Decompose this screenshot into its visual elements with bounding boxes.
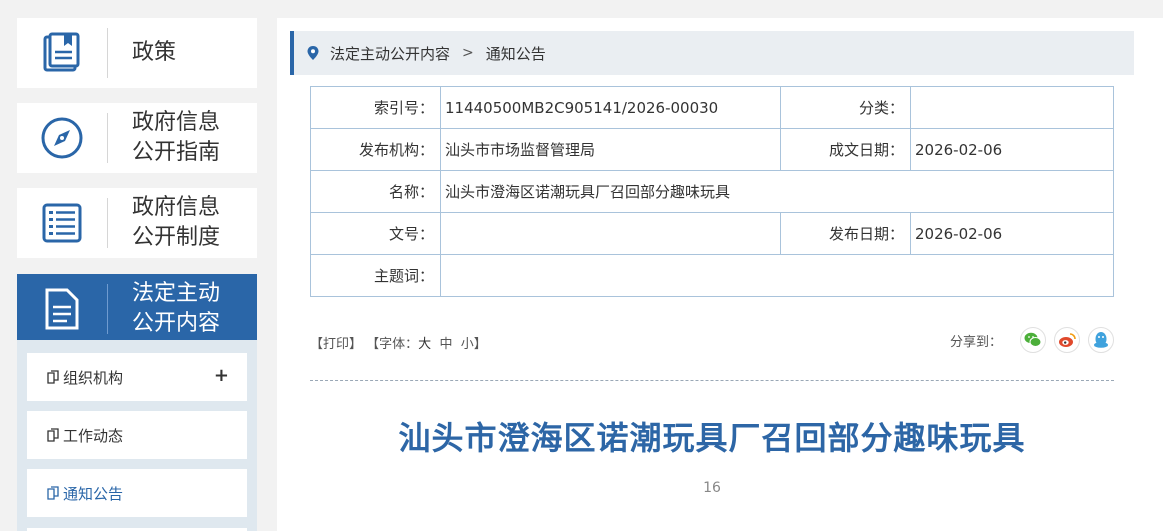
publish-date-label: 发布日期： [780, 212, 911, 255]
sub-item-notices[interactable]: 通知公告 [27, 469, 247, 517]
breadcrumb-statutory-content[interactable]: 法定主动公开内容 [330, 43, 450, 64]
dashed-divider [310, 380, 1114, 381]
font-medium-button[interactable]: 中 [439, 337, 452, 352]
name-value: 汕头市澄海区诺潮玩具厂召回部分趣味玩具 [440, 170, 1114, 213]
index-label: 索引号： [310, 86, 441, 129]
publisher-label: 发布机构： [310, 128, 441, 171]
nav-label-statutory-content: 法定主动 公开内容 [132, 281, 221, 336]
weibo-share-icon[interactable] [1054, 327, 1080, 353]
nav-disclosure-guide[interactable]: 政府信息 公开指南 [17, 103, 257, 173]
publisher-value: 汕头市市场监督管理局 [440, 128, 781, 171]
share-bar: 分享到： [950, 327, 1114, 353]
location-pin-icon [307, 46, 319, 60]
print-font-tools: 【打印】 【字体：大 中 小】 [310, 333, 487, 352]
written-date-value: 2026-02-06 [910, 128, 1114, 171]
doc-no-label: 文号： [310, 212, 441, 255]
sub-item-work-news[interactable]: 工作动态 [27, 411, 247, 459]
sub-item-organization[interactable]: 组织机构 + [27, 353, 247, 401]
sub-item-label: 通知公告 [63, 484, 124, 503]
sub-item-label: 组织机构 [63, 368, 124, 387]
article-tools: 【打印】 【字体：大 中 小】 分享到： [310, 327, 1114, 353]
written-date-label: 成文日期： [780, 128, 911, 171]
view-count: 16 [703, 480, 721, 496]
table-row: 主题词： [310, 254, 1114, 297]
table-row: 文号： 发布日期： 2026-02-06 [310, 212, 1114, 255]
nav-disclosure-system[interactable]: 政府信息 公开制度 [17, 188, 257, 258]
page: 政策 政府信息 公开指南 政府信息 公开制度 法定主动 公开内容 组织机构 + … [0, 0, 1163, 531]
font-size-suffix: 】 [473, 337, 487, 352]
article-title: 汕头市澄海区诺潮玩具厂召回部分趣味玩具 [398, 419, 1026, 457]
breadcrumb-notices[interactable]: 通知公告 [486, 43, 546, 64]
expand-plus-icon[interactable]: + [214, 365, 229, 386]
font-small-button[interactable]: 小 [461, 337, 474, 352]
nav-label-policy: 政策 [132, 40, 177, 65]
index-value: 11440500MB2C905141/2026-00030 [440, 86, 781, 129]
nav-label-disclosure-guide: 政府信息 公开指南 [132, 110, 221, 165]
print-button[interactable]: 【打印】 [310, 337, 362, 352]
nav-statutory-content[interactable]: 法定主动 公开内容 [17, 274, 257, 344]
wechat-share-icon[interactable] [1020, 327, 1046, 353]
qq-share-icon[interactable] [1088, 327, 1114, 353]
document-small-icon [47, 486, 59, 500]
category-label: 分类： [780, 86, 911, 129]
share-label: 分享到： [949, 334, 1002, 350]
sub-menu: 组织机构 + 工作动态 通知公告 [17, 340, 257, 531]
breadcrumb-separator: > [462, 45, 474, 61]
doc-no-value [440, 212, 781, 255]
table-row: 名称： 汕头市澄海区诺潮玩具厂召回部分趣味玩具 [310, 170, 1114, 213]
sub-item-label: 工作动态 [63, 426, 124, 445]
main-panel: 法定主动公开内容 > 通知公告 索引号： 11440500MB2C905141/… [277, 18, 1163, 531]
document-small-icon [47, 428, 59, 442]
publish-date-value: 2026-02-06 [910, 212, 1114, 255]
compass-icon [17, 103, 107, 173]
subject-label: 主题词： [310, 254, 441, 297]
table-row: 发布机构： 汕头市市场监督管理局 成文日期： 2026-02-06 [310, 128, 1114, 171]
category-value [910, 86, 1114, 129]
font-large-button[interactable]: 大 [418, 337, 431, 352]
subject-value [440, 254, 1114, 297]
font-size-prefix: 【字体： [366, 337, 419, 352]
document-small-icon [47, 370, 59, 384]
name-label: 名称： [310, 170, 441, 213]
document-meta-table: 索引号： 11440500MB2C905141/2026-00030 分类： 发… [310, 86, 1114, 297]
table-row: 索引号： 11440500MB2C905141/2026-00030 分类： [310, 86, 1114, 129]
nav-policy[interactable]: 政策 [17, 18, 257, 88]
policy-book-icon [17, 18, 107, 88]
document-icon [17, 274, 107, 344]
breadcrumb: 法定主动公开内容 > 通知公告 [290, 31, 1134, 75]
nav-label-disclosure-system: 政府信息 公开制度 [132, 195, 221, 250]
list-document-icon [17, 188, 107, 258]
